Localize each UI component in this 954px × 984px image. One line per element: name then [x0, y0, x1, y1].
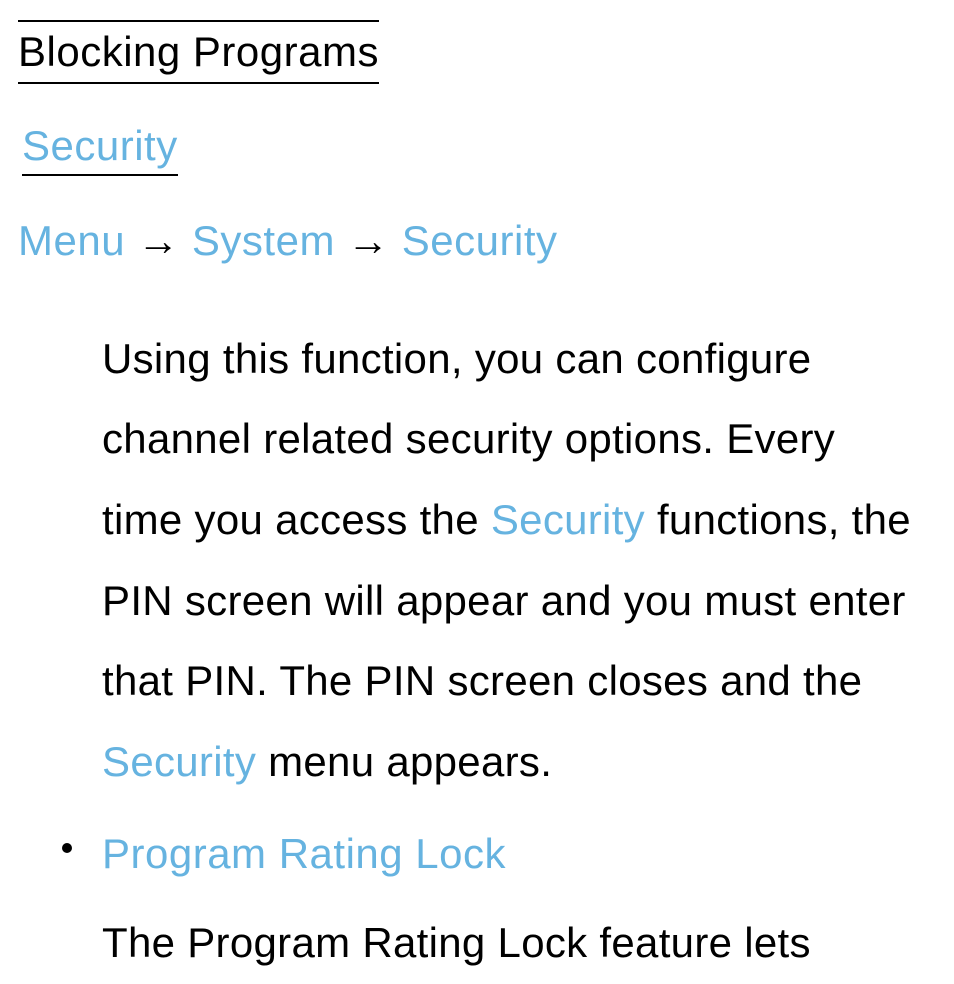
section-title-security: Security [22, 120, 178, 177]
content-area: Using this function, you can configure c… [18, 319, 936, 803]
breadcrumb-security[interactable]: Security [402, 217, 558, 264]
program-rating-lock-body: The Program Rating Lock feature lets [102, 903, 936, 984]
breadcrumb-separator: → [335, 217, 402, 264]
security-link-inline[interactable]: Security [102, 738, 256, 785]
list-section: Program Rating Lock The Program Rating L… [18, 825, 936, 984]
paragraph-text: menu appears. [256, 738, 552, 785]
page-title: Blocking Programs [18, 20, 379, 84]
description-paragraph: Using this function, you can configure c… [102, 319, 926, 803]
security-link-inline[interactable]: Security [491, 496, 645, 543]
breadcrumb: Menu → System → Security [18, 212, 936, 271]
breadcrumb-separator: → [125, 217, 192, 264]
breadcrumb-system[interactable]: System [192, 217, 335, 264]
list-item: Program Rating Lock The Program Rating L… [68, 825, 936, 984]
bullet-icon [62, 843, 72, 853]
breadcrumb-menu[interactable]: Menu [18, 217, 125, 264]
program-rating-lock-title[interactable]: Program Rating Lock [102, 825, 936, 884]
